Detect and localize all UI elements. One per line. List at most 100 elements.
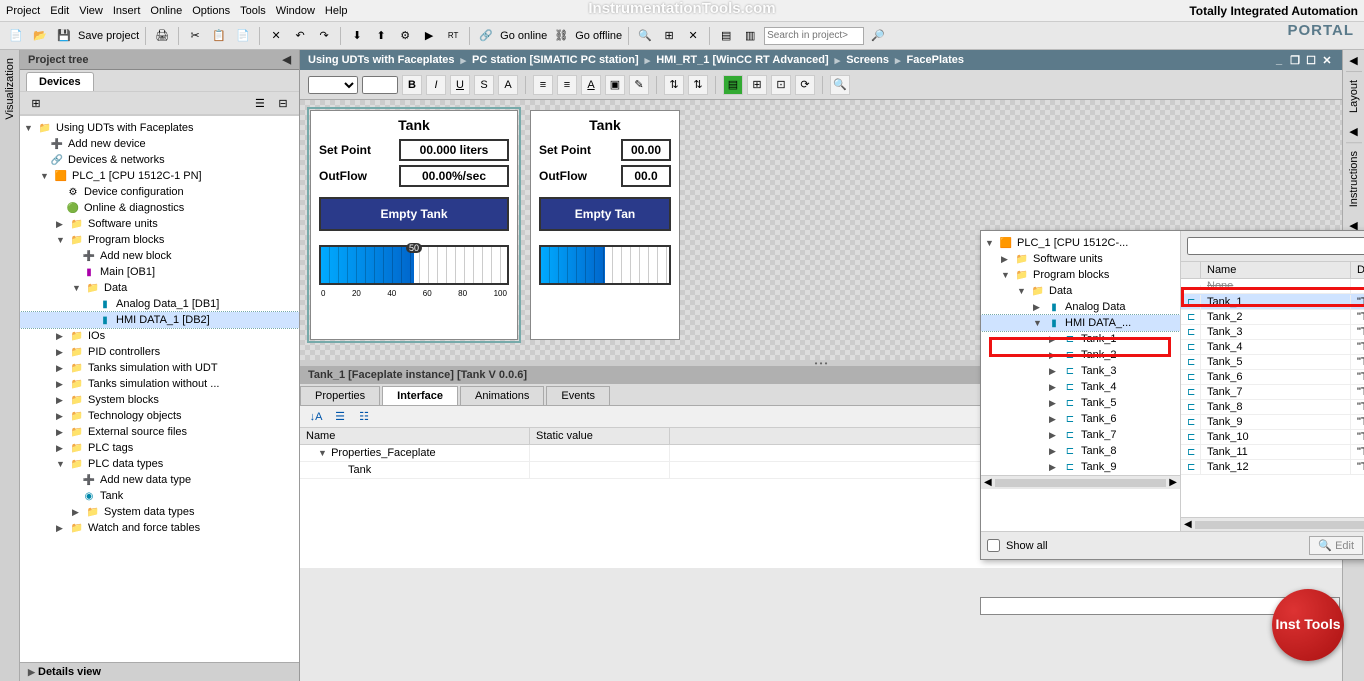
arrange2-icon[interactable]: ⇅ <box>688 75 708 95</box>
menu-view[interactable]: View <box>79 5 103 17</box>
align-left-icon[interactable]: ≡ <box>533 75 553 95</box>
faceplate-tank-1[interactable]: Tank Set Point00.000 liters OutFlow00.00… <box>310 110 518 340</box>
crumb[interactable]: PC station [SIMATIC PC station] <box>472 54 639 66</box>
crumb[interactable]: Using UDTs with Faceplates <box>308 54 455 66</box>
empty-tank-button[interactable]: Empty Tan <box>539 197 671 231</box>
tree-item[interactable]: Analog Data_1 [DB1] <box>116 298 219 310</box>
collapse-icon[interactable]: ◀ <box>283 53 291 66</box>
group-icon[interactable]: ⊡ <box>771 75 791 95</box>
menu-window[interactable]: Window <box>276 5 315 17</box>
tree-item[interactable]: IOs <box>88 330 105 342</box>
text-color-icon[interactable]: A <box>581 75 601 95</box>
arrange-icon[interactable]: ⇅ <box>664 75 684 95</box>
popup-plc-root[interactable]: PLC_1 [CPU 1512C-... <box>1017 237 1128 249</box>
tab-properties[interactable]: Properties <box>300 386 380 405</box>
fill-color-icon[interactable]: ▣ <box>605 75 625 95</box>
open-project-icon[interactable]: 📂 <box>30 26 50 46</box>
tree-root[interactable]: Using UDTs with Faceplates <box>56 122 194 134</box>
vtab-layout[interactable]: Layout <box>1346 71 1362 121</box>
line-color-icon[interactable]: ✎ <box>629 75 649 95</box>
tree-item[interactable]: PID controllers <box>88 346 160 358</box>
maximize-icon[interactable]: ☐ <box>1304 53 1318 67</box>
undo-icon[interactable]: ↶ <box>290 26 310 46</box>
crumb[interactable]: FacePlates <box>907 54 964 66</box>
col-name[interactable]: Name <box>300 428 530 444</box>
row-props[interactable]: Properties_Faceplate <box>331 447 436 459</box>
minimize-icon[interactable]: _ <box>1272 53 1286 67</box>
stop-icon[interactable]: ✕ <box>683 26 703 46</box>
bold-icon[interactable]: B <box>402 75 422 95</box>
underline-icon[interactable]: U <box>450 75 470 95</box>
align-obj-icon[interactable]: ▤ <box>723 75 743 95</box>
distribute-icon[interactable]: ⊞ <box>747 75 767 95</box>
new-project-icon[interactable]: 📄 <box>6 26 26 46</box>
redo-icon[interactable]: ↷ <box>314 26 334 46</box>
fp-scale[interactable]: 50 <box>319 245 509 285</box>
tree-item[interactable]: PLC data types <box>88 458 163 470</box>
tree-item[interactable]: System blocks <box>88 394 159 406</box>
font-select[interactable] <box>308 76 358 94</box>
tree-plc[interactable]: PLC_1 [CPU 1512C-1 PN] <box>72 170 202 182</box>
search-icon[interactable]: 🔎 <box>868 26 888 46</box>
tree-item[interactable]: Tanks simulation with UDT <box>88 362 218 374</box>
tree-item[interactable]: Technology objects <box>88 410 182 422</box>
crumb[interactable]: HMI_RT_1 [WinCC RT Advanced] <box>656 54 828 66</box>
popup-search-input[interactable] <box>1187 237 1364 255</box>
popup-col-name[interactable]: Name <box>1201 262 1351 278</box>
expand-right-icon[interactable]: ◀ <box>1345 50 1361 71</box>
tree-item[interactable]: Devices & networks <box>68 154 165 166</box>
go-online-label[interactable]: Go online <box>500 30 547 42</box>
tree-item[interactable]: Watch and force tables <box>88 522 200 534</box>
search-input[interactable] <box>764 27 864 45</box>
split-h-icon[interactable]: ▤ <box>716 26 736 46</box>
menu-edit[interactable]: Edit <box>50 5 69 17</box>
popup-list[interactable]: None ⊏Tank_1"Tank"▦ ⊏Tank_2"Tank" ⊏Tank_… <box>1181 279 1364 517</box>
project-tree[interactable]: ▼📁Using UDTs with Faceplates ➕Add new de… <box>20 115 299 662</box>
tree-item[interactable]: PLC tags <box>88 442 133 454</box>
tree-item[interactable]: Device configuration <box>84 186 184 198</box>
restore-icon[interactable]: ❐ <box>1288 53 1302 67</box>
show-all-checkbox[interactable] <box>987 539 1000 552</box>
go-online-icon[interactable]: 🔗 <box>476 26 496 46</box>
delete-icon[interactable]: ✕ <box>266 26 286 46</box>
tree-item[interactable]: Data <box>104 282 127 294</box>
tree-item[interactable]: Add new block <box>100 250 172 262</box>
menu-insert[interactable]: Insert <box>113 5 141 17</box>
rotate-icon[interactable]: ⟳ <box>795 75 815 95</box>
tab-interface[interactable]: Interface <box>382 386 458 405</box>
upload-icon[interactable]: ⬆ <box>371 26 391 46</box>
tree-item[interactable]: Add new device <box>68 138 146 150</box>
left-side-tab[interactable]: Visualization <box>0 50 20 681</box>
tab-animations[interactable]: Animations <box>460 386 544 405</box>
split-v-icon[interactable]: ▥ <box>740 26 760 46</box>
menu-tools[interactable]: Tools <box>240 5 266 17</box>
details-view-header[interactable]: ▶Details view <box>20 662 299 681</box>
menu-options[interactable]: Options <box>192 5 230 17</box>
rt-icon[interactable]: RT <box>443 26 463 46</box>
font-size-input[interactable] <box>362 76 398 94</box>
paste-icon[interactable]: 📄 <box>233 26 253 46</box>
font-color-icon[interactable]: A <box>498 75 518 95</box>
strike-icon[interactable]: S <box>474 75 494 95</box>
setpoint-value[interactable]: 00.000 liters <box>399 139 509 161</box>
print-icon[interactable]: 🖨 <box>152 26 172 46</box>
align-center-icon[interactable]: ≡ <box>557 75 577 95</box>
tree-item[interactable]: Online & diagnostics <box>84 202 184 214</box>
tree-item[interactable]: Software units <box>88 218 158 230</box>
cut-icon[interactable]: ✂ <box>185 26 205 46</box>
copy-icon[interactable]: 📋 <box>209 26 229 46</box>
tree-expand-icon[interactable]: ⊞ <box>26 93 46 113</box>
tree-hmi-data[interactable]: HMI DATA_1 [DB2] <box>116 314 210 326</box>
go-offline-label[interactable]: Go offline <box>575 30 622 42</box>
tree-item[interactable]: Add new data type <box>100 474 191 486</box>
expand-right-icon[interactable]: ◀ <box>1345 121 1361 142</box>
menu-help[interactable]: Help <box>325 5 348 17</box>
tab-events[interactable]: Events <box>546 386 610 405</box>
outflow-value[interactable]: 00.00%/sec <box>399 165 509 187</box>
zoom-icon[interactable]: 🔍 <box>830 75 850 95</box>
cross-ref-icon[interactable]: ⊞ <box>659 26 679 46</box>
tree-item[interactable]: Main [OB1] <box>100 266 155 278</box>
edit-button[interactable]: 🔍 Edit <box>1309 536 1363 555</box>
tab-devices[interactable]: Devices <box>26 72 94 91</box>
download-icon[interactable]: ⬇ <box>347 26 367 46</box>
